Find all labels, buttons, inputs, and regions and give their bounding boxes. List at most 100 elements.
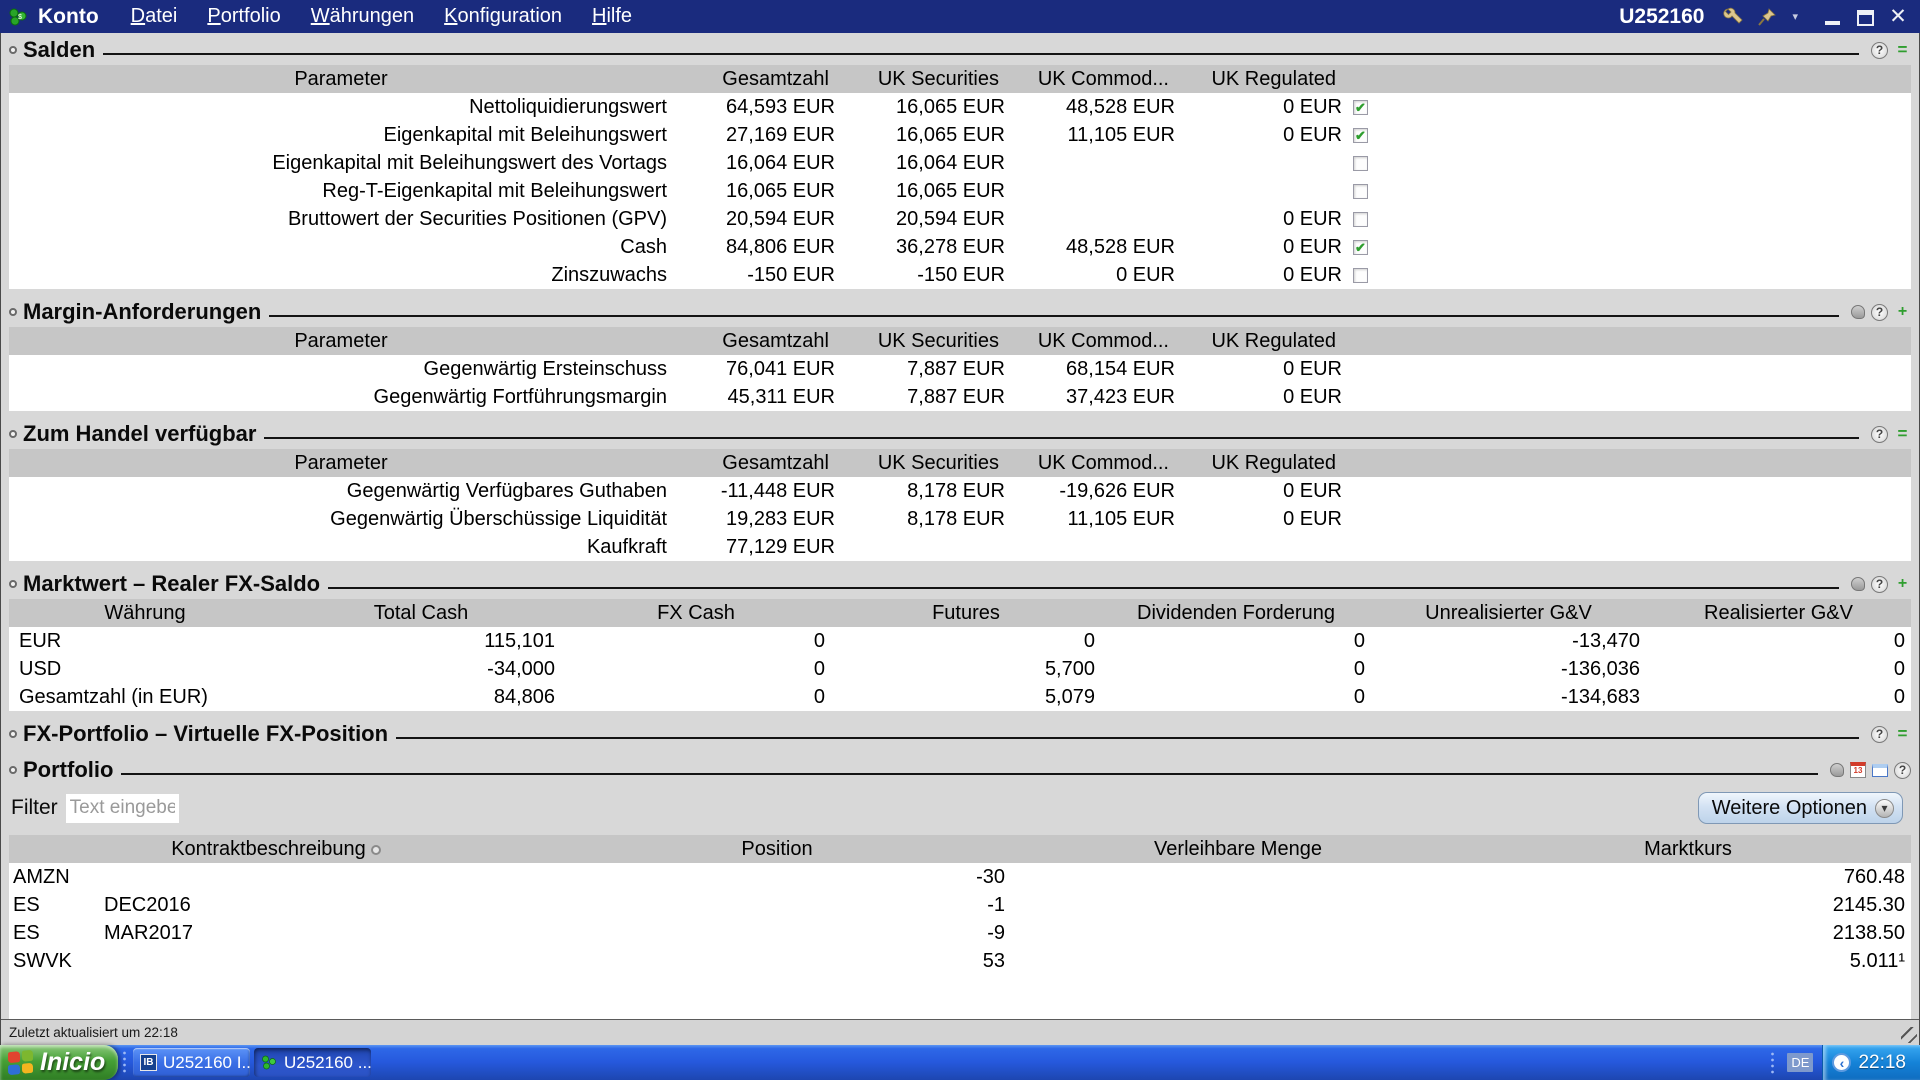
section-toggle-icon[interactable] [9,46,17,54]
hand-icon[interactable] [1851,577,1865,591]
taskbar-item-account-window[interactable]: U252160 ... [254,1048,371,1077]
cell-contract: AMZN [9,863,461,891]
maximize-button[interactable] [1853,6,1877,28]
margin-row: Gegenwärtig Ersteinschuss 76,041 EUR 7,8… [9,355,1911,383]
help-icon[interactable] [1894,761,1911,779]
collapse-icon[interactable] [1894,726,1911,743]
row-checkbox[interactable]: ✔ [1353,127,1368,143]
taskbar-item-tws-login[interactable]: IB U252160 I... [133,1048,250,1077]
help-icon[interactable] [1871,425,1888,443]
row-checkbox[interactable]: ✔ [1353,239,1368,255]
section-header-handel: Zum Handel verfügbar [1,419,1919,449]
cell-parameter: Nettoliquidierungswert [469,96,667,118]
wrench-icon[interactable] [1722,6,1744,28]
help-icon[interactable] [1871,725,1888,743]
section-toggle-icon[interactable] [9,730,17,738]
menu-item-portfolio[interactable]: Portfolio [207,5,280,28]
more-options-label: Weitere Optionen [1711,796,1867,819]
section-toggle-icon[interactable] [9,430,17,438]
titlebar-dropdown-icon[interactable]: ▾ [1792,10,1798,23]
calendar-icon[interactable] [1850,762,1866,778]
pin-icon[interactable] [1756,6,1778,28]
hide-icons-chevron[interactable] [1832,1053,1852,1072]
start-button[interactable]: Inicio [0,1045,118,1080]
col-marktkurs: Marktkurs [1644,838,1732,860]
row-checkbox[interactable] [1353,267,1368,283]
cell-uk-securities: 16,065 EUR [896,124,1005,146]
section-rule [103,53,1859,55]
filter-input[interactable] [65,793,179,823]
cell-total: -150 EUR [747,264,835,286]
available-row: Gegenwärtig Verfügbares Guthaben -11,448… [9,477,1911,505]
section-header-marktwert: Marktwert – Realer FX-Saldo [1,569,1919,599]
resize-grip[interactable] [1901,1027,1917,1043]
hand-icon[interactable] [1830,763,1844,777]
collapse-icon[interactable] [1894,42,1911,59]
cell-futures: 5,079 [1044,686,1095,708]
cell-uk-regulated: 0 EUR [1283,236,1342,258]
cell-price: 2145.30 [1832,894,1905,916]
handel-column-headers: Parameter Gesamtzahl UK Securities UK Co… [9,449,1911,477]
hand-icon[interactable] [1851,305,1865,319]
row-checkbox[interactable] [1353,183,1368,199]
screen: $ Konto Datei Portfolio Währungen Konfig… [0,0,1920,1080]
section-rule [396,737,1859,739]
window-panel-icon[interactable] [1872,763,1888,777]
collapse-icon[interactable] [1894,426,1911,443]
language-indicator[interactable]: DE [1787,1053,1814,1072]
symbol: ES [13,894,40,916]
help-icon[interactable] [1871,303,1888,321]
cell-position: -9 [987,922,1005,944]
chevron-down-icon[interactable] [1875,798,1894,818]
cell-uk-regulated: 0 EUR [1283,358,1342,380]
menu-item-konfiguration[interactable]: Konfiguration [444,5,562,28]
section-rule [121,773,1818,775]
section-toggle-icon[interactable] [9,308,17,316]
cell-currency: Gesamtzahl (in EUR) [19,686,208,708]
row-checkbox[interactable]: ✔ [1353,99,1368,115]
row-checkbox[interactable] [1353,211,1368,227]
cell-uk-regulated: 0 EUR [1283,208,1342,230]
close-button[interactable]: ✕ [1886,5,1910,28]
col-kontraktbeschreibung[interactable]: Kontraktbeschreibung [9,835,543,863]
col-uk-commodities: UK Commod... [1037,68,1169,90]
section-toggle-icon[interactable] [9,580,17,588]
taskbar-item-label: U252160 ... [284,1052,371,1072]
minimize-button[interactable] [1820,6,1844,28]
help-icon[interactable] [1871,575,1888,593]
cell-total: 76,041 EUR [726,358,835,380]
col-unrealisiert: Unrealisierter G&V [1425,602,1592,624]
menu-item-hilfe[interactable]: Hilfe [592,5,632,28]
col-dividenden: Dividenden Forderung [1137,602,1335,624]
more-options-button[interactable]: Weitere Optionen [1697,792,1903,824]
cell-total: 19,283 EUR [726,508,835,530]
ib-logo-icon: IB [140,1054,157,1071]
cell-parameter: Bruttowert der Securities Positionen (GP… [287,208,667,230]
tray-clock: 22:18 [1858,1051,1906,1073]
balance-row: Cash 84,806 EUR 36,278 EUR 48,528 EUR 0 … [9,233,1911,261]
col-uk-regulated: UK Regulated [1211,68,1336,90]
section-header-portfolio: Portfolio [1,755,1919,785]
help-icon[interactable] [1871,41,1888,59]
cell-total: 77,129 EUR [726,536,835,558]
portfolio-column-headers: Kontraktbeschreibung Position Verleihbar… [9,835,1911,863]
expand-icon[interactable] [1894,304,1911,321]
cell-uk-regulated: 0 EUR [1283,264,1342,286]
cell-realisiert: 0 [1893,630,1905,652]
cell-currency: EUR [19,630,62,652]
section-rule [269,315,1839,317]
section-title: Portfolio [23,757,114,782]
expand-icon[interactable] [1894,576,1911,593]
col-futures: Futures [932,602,1000,624]
sort-icon[interactable] [370,844,381,855]
row-checkbox[interactable] [1353,155,1368,171]
col-uk-securities: UK Securities [877,68,999,90]
menu-item-waehrungen[interactable]: Währungen [311,5,414,28]
balance-row: Bruttowert der Securities Positionen (GP… [9,205,1911,233]
balance-row: Zinszuwachs -150 EUR -150 EUR 0 EUR 0 EU… [9,261,1911,289]
cell-uk-commodities [1011,149,1181,177]
cell-unrealisiert: -13,470 [1572,630,1640,652]
filter-label: Filter [11,796,58,819]
section-toggle-icon[interactable] [9,766,17,774]
menu-item-datei[interactable]: Datei [131,5,178,28]
